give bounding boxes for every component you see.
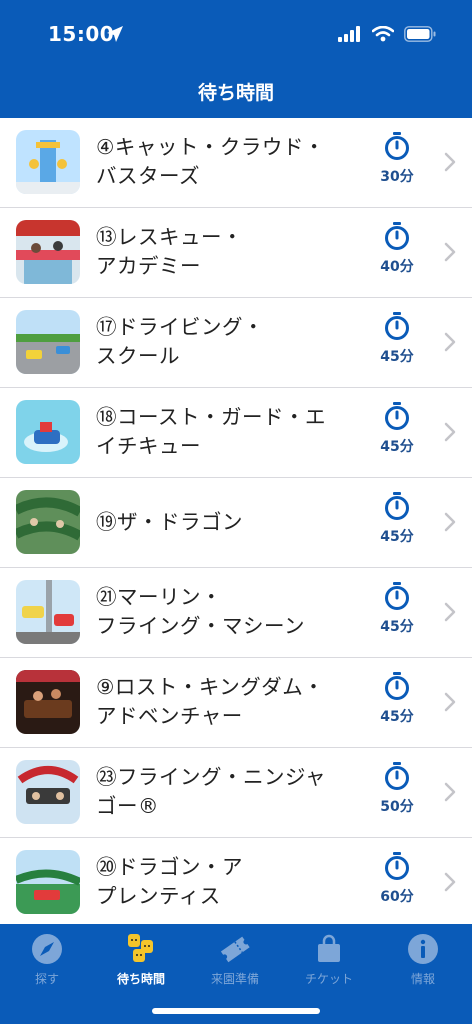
shopping-bag-icon	[318, 934, 340, 962]
wait-time: 45分	[368, 492, 426, 546]
ride-row[interactable]: ⑨ロスト・キングダム・ アドベンチャー 45分	[0, 658, 472, 748]
chevron-right-icon	[444, 872, 456, 892]
wait-minutes: 45分	[380, 349, 414, 365]
ride-name: ⑲ザ・ドラゴン	[96, 509, 243, 534]
wait-minutes: 30分	[380, 169, 414, 185]
ride-row[interactable]: ⑳ドラゴン・ア プレンティス 60分	[0, 838, 472, 928]
wait-minutes: 45分	[380, 439, 414, 455]
tab-tickets[interactable]: チケット	[282, 932, 376, 987]
ride-thumbnail	[16, 760, 80, 824]
stopwatch-icon	[385, 492, 409, 520]
wifi-icon	[372, 26, 394, 42]
page-title: 待ち時間	[197, 82, 274, 104]
stopwatch-icon	[385, 312, 409, 340]
chevron-right-icon	[444, 422, 456, 442]
ride-thumbnail	[16, 670, 80, 734]
ride-row[interactable]: ⑱コースト・ガード・エ イチキュー 45分	[0, 388, 472, 478]
tab-wait-times[interactable]: 待ち時間	[94, 932, 188, 987]
wait-time: 45分	[368, 582, 426, 636]
ride-name: ㉑マーリン・ フライング・マシーン	[96, 585, 305, 638]
ride-row[interactable]: ④キャット・クラウド・ バスターズ 30分	[0, 118, 472, 208]
ride-name: ⑰ドライビング・ スクール	[96, 315, 264, 368]
ride-thumbnail	[16, 310, 80, 374]
ride-name: ④キャット・クラウド・ バスターズ	[96, 135, 325, 188]
stopwatch-icon	[385, 672, 409, 700]
tab-explore[interactable]: 探す	[0, 932, 94, 987]
stopwatch-icon	[385, 132, 409, 160]
tab-label: 探す	[34, 972, 59, 986]
stopwatch-icon	[385, 582, 409, 610]
ride-thumbnail	[16, 130, 80, 194]
chevron-right-icon	[444, 242, 456, 262]
ride-name: ⑳ドラゴン・ア プレンティス	[96, 855, 243, 908]
chevron-right-icon	[444, 332, 456, 352]
chevron-right-icon	[444, 782, 456, 802]
tab-label: チケット	[304, 972, 353, 986]
status-time: 15:00	[48, 22, 115, 46]
chevron-right-icon	[444, 512, 456, 532]
ride-name: ⑱コースト・ガード・エ イチキュー	[96, 405, 326, 458]
tab-info[interactable]: 情報	[376, 932, 470, 987]
ride-row[interactable]: ⑬レスキュー・ アカデミー 40分	[0, 208, 472, 298]
wait-time: 45分	[368, 402, 426, 456]
wait-time: 50分	[368, 762, 426, 816]
wait-time: 45分	[368, 312, 426, 366]
wait-minutes: 60分	[380, 889, 414, 905]
ride-name: ㉓フライング・ニンジャ ゴー®	[96, 765, 326, 818]
ride-row[interactable]: ㉓フライング・ニンジャ ゴー® 50分	[0, 748, 472, 838]
status-indicators	[338, 26, 436, 42]
ticket-icon	[220, 936, 250, 963]
wait-time: 40分	[368, 222, 426, 276]
header: 15:00 待ち時間	[0, 0, 472, 118]
stopwatch-icon	[385, 762, 409, 790]
stopwatch-icon	[385, 222, 409, 250]
wait-minutes: 50分	[380, 799, 414, 815]
wait-time: 60分	[368, 852, 426, 906]
ride-thumbnail	[16, 850, 80, 914]
ride-row[interactable]: ⑲ザ・ドラゴン 45分	[0, 478, 472, 568]
tab-label: 来園準備	[210, 972, 259, 986]
cellular-signal-icon	[338, 26, 360, 42]
wait-time: 30分	[368, 132, 426, 186]
wait-minutes: 40分	[380, 259, 414, 275]
home-indicator[interactable]	[152, 1008, 320, 1014]
wait-time-list: ④キャット・クラウド・ バスターズ 30分 ⑬レスキュー・ アカデミー 40分 ⑰ド…	[0, 118, 472, 928]
stopwatch-icon	[385, 852, 409, 880]
ride-name: ⑨ロスト・キングダム・ アドベンチャー	[96, 675, 325, 728]
ride-thumbnail	[16, 490, 80, 554]
location-arrow-icon	[107, 26, 123, 42]
ride-thumbnail	[16, 220, 80, 284]
info-icon	[408, 934, 438, 964]
wait-time: 45分	[368, 672, 426, 726]
chevron-right-icon	[444, 152, 456, 172]
tab-label: 情報	[410, 972, 435, 986]
compass-icon	[32, 934, 62, 964]
tab-visit-prep[interactable]: 来園準備	[188, 932, 282, 987]
wait-minutes: 45分	[380, 529, 414, 545]
chevron-right-icon	[444, 692, 456, 712]
ride-row[interactable]: ㉑マーリン・ フライング・マシーン 45分	[0, 568, 472, 658]
wait-minutes: 45分	[380, 619, 414, 635]
lego-heads-icon	[128, 934, 153, 962]
ride-name: ⑬レスキュー・ アカデミー	[96, 225, 243, 278]
ride-thumbnail	[16, 580, 80, 644]
stopwatch-icon	[385, 402, 409, 430]
wait-minutes: 45分	[380, 709, 414, 725]
chevron-right-icon	[444, 602, 456, 622]
battery-icon	[404, 26, 436, 42]
ride-thumbnail	[16, 400, 80, 464]
ride-row[interactable]: ⑰ドライビング・ スクール 45分	[0, 298, 472, 388]
tab-label: 待ち時間	[116, 972, 165, 986]
